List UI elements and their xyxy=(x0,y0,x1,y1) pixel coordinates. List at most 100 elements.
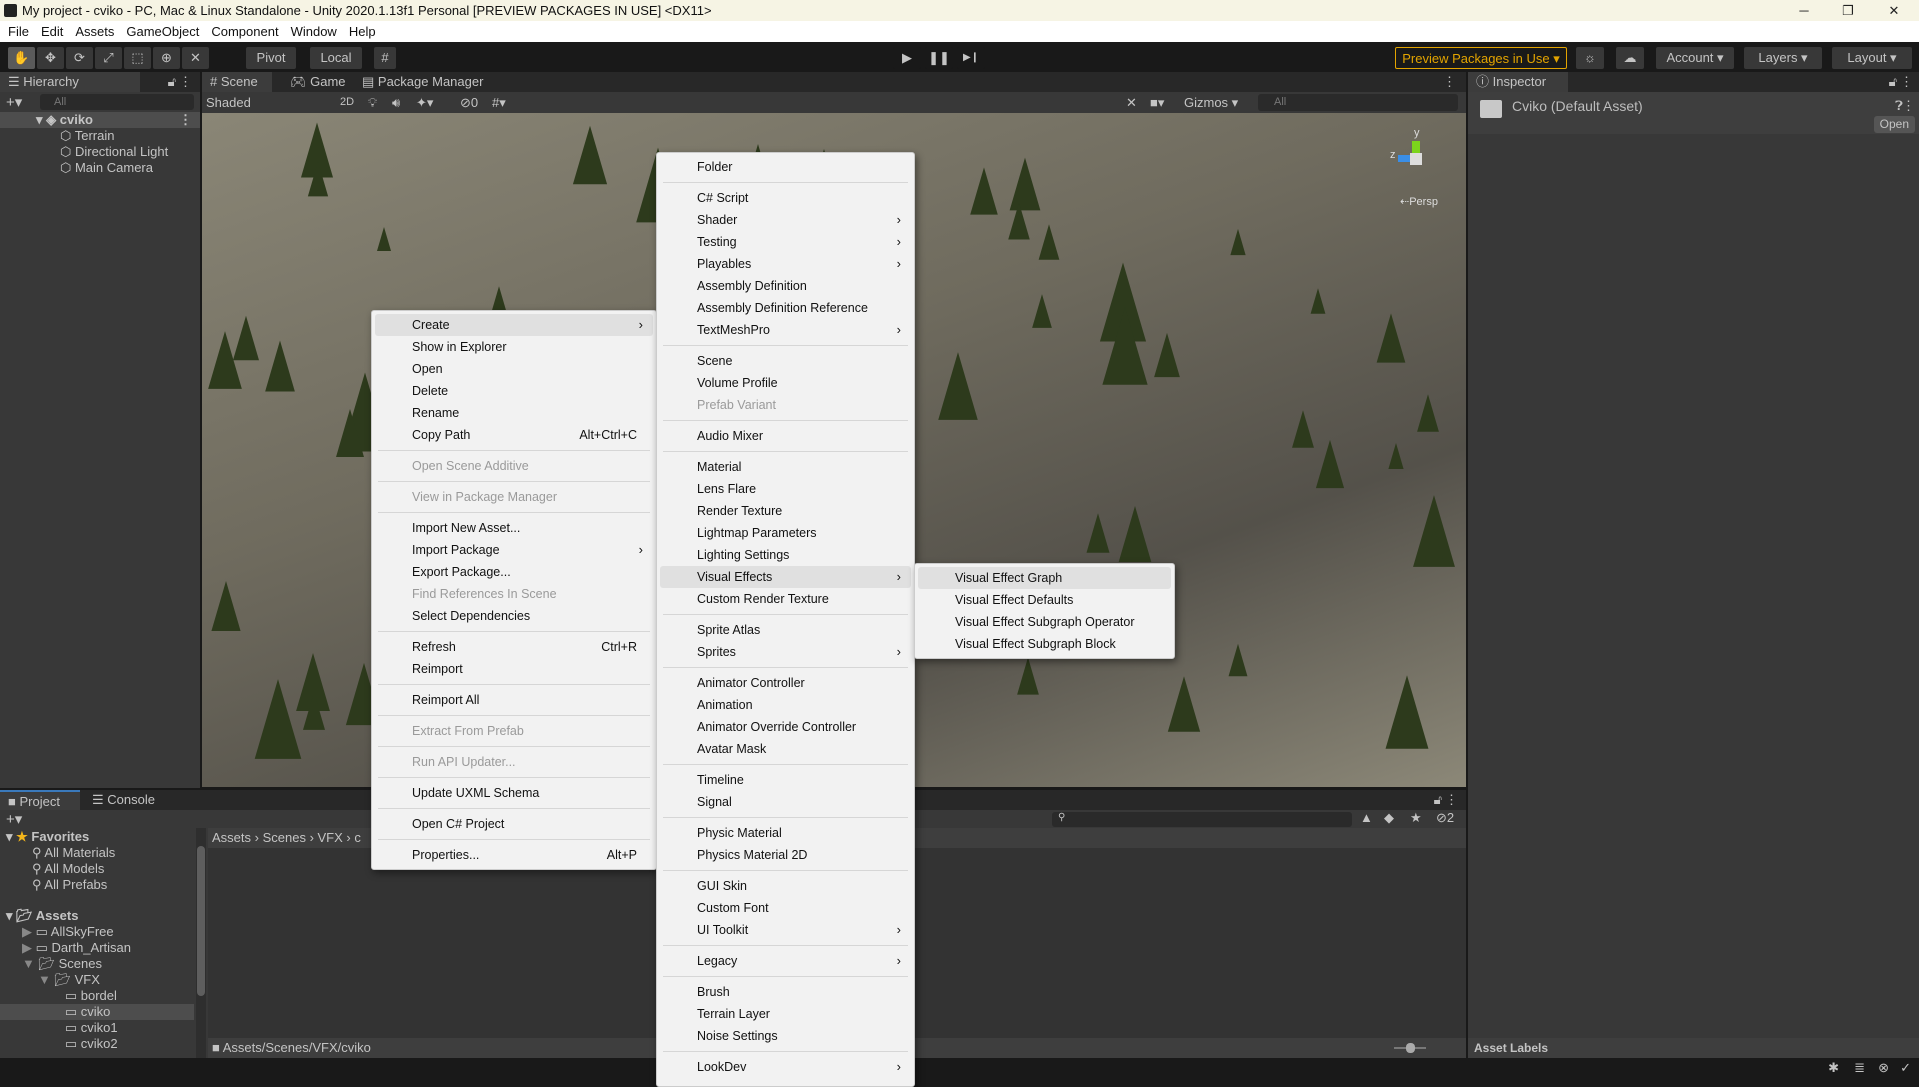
menu-item-show-in-explorer[interactable]: Show in Explorer xyxy=(375,336,653,358)
menu-item-visual-effects[interactable]: Visual Effects › xyxy=(660,566,911,588)
breadcrumb-item[interactable]: VFX xyxy=(318,830,343,845)
gizmos-dropdown[interactable]: Gizmos ▾ xyxy=(1184,92,1238,113)
menu-item-physic-material[interactable]: Physic Material xyxy=(660,822,911,844)
audio-toggle-icon[interactable]: 🔊︎ xyxy=(392,92,400,113)
filter-by-label-icon[interactable]: ◆ xyxy=(1384,810,1394,826)
slider-thumb[interactable] xyxy=(1406,1043,1415,1053)
menu-item-select-dependencies[interactable]: Select Dependencies xyxy=(375,605,653,627)
transform-tool-icon[interactable]: ⊕ xyxy=(153,47,180,69)
hierarchy-item[interactable]: ⬡ Main Camera xyxy=(60,160,200,176)
menu-item-audio-mixer[interactable]: Audio Mixer xyxy=(660,425,911,447)
menu-item-properties[interactable]: Properties... Alt+P xyxy=(375,844,653,866)
menu-assets[interactable]: Assets xyxy=(75,24,114,39)
open-button[interactable]: Open xyxy=(1873,116,1915,133)
more-menu-icon[interactable]: ⋮ xyxy=(1900,74,1913,90)
menu-item-export-package[interactable]: Export Package... xyxy=(375,561,653,583)
rect-tool-icon[interactable]: ⬚ xyxy=(124,47,151,69)
add-button[interactable]: +▾ xyxy=(6,810,22,828)
menu-item-textmeshpro[interactable]: TextMeshPro › xyxy=(660,319,911,341)
menu-item-refresh[interactable]: Refresh Ctrl+R xyxy=(375,636,653,658)
lock-icon[interactable]: 🔓︎ xyxy=(1434,792,1442,808)
effects-toggle-icon[interactable]: ✦▾ xyxy=(416,92,433,113)
assets-root[interactable]: ▾ 📂︎ Assets xyxy=(0,908,194,924)
play-button[interactable]: ▶ xyxy=(893,47,921,69)
menu-item-custom-font[interactable]: Custom Font xyxy=(660,897,911,919)
scrollbar-thumb[interactable] xyxy=(197,846,205,996)
scene-orientation-gizmo[interactable]: y z ⇠Persp xyxy=(1382,127,1452,213)
filter-by-type-icon[interactable]: ▲ xyxy=(1360,810,1373,825)
layers-dropdown[interactable]: Layers ▾ xyxy=(1744,47,1822,69)
menu-item-c-script[interactable]: C# Script xyxy=(660,187,911,209)
more-menu-icon[interactable]: ⋮ xyxy=(1443,74,1456,90)
scene-root-row[interactable]: ▾ ◈ cviko ⋮ xyxy=(0,112,200,128)
layout-dropdown[interactable]: Layout ▾ xyxy=(1832,47,1912,69)
persp-label[interactable]: ⇠Persp xyxy=(1400,195,1438,208)
breadcrumb-item[interactable]: Scenes xyxy=(263,830,306,845)
shading-mode-dropdown[interactable]: Shaded xyxy=(206,92,296,113)
hierarchy-item[interactable]: ⬡ Directional Light xyxy=(60,144,200,160)
menu-item-sprites[interactable]: Sprites › xyxy=(660,641,911,663)
rotate-tool-icon[interactable]: ⟳ xyxy=(66,47,93,69)
menu-help[interactable]: Help xyxy=(349,24,376,39)
menu-item-reimport-all[interactable]: Reimport All xyxy=(375,689,653,711)
asset-folder-item[interactable]: ▭ cviko xyxy=(0,1004,194,1020)
more-menu-icon[interactable]: ⋮ xyxy=(179,74,192,90)
menu-item-assembly-definition[interactable]: Assembly Definition xyxy=(660,275,911,297)
menu-item-terrain-layer[interactable]: Terrain Layer xyxy=(660,1003,911,1025)
cache-icon[interactable]: ≣ xyxy=(1854,1060,1865,1076)
menu-item-folder[interactable]: Folder xyxy=(660,156,911,178)
close-button[interactable]: ✕ xyxy=(1872,0,1916,21)
local-button[interactable]: Local xyxy=(310,47,362,69)
menu-gameobject[interactable]: GameObject xyxy=(126,24,199,39)
favorite-item[interactable]: ⚲ All Materials xyxy=(0,845,194,861)
favorite-item[interactable]: ⚲ All Prefabs xyxy=(0,877,194,893)
asset-folder-item[interactable]: ▭ cviko1 xyxy=(0,1020,194,1036)
menu-file[interactable]: File xyxy=(8,24,29,39)
expand-arrow-icon[interactable]: ▶ xyxy=(22,940,36,955)
expand-arrow-icon[interactable]: ▼ xyxy=(22,956,38,971)
asset-folder-item[interactable]: ▶ ▭ Darth_Artisan xyxy=(0,940,194,956)
step-button[interactable]: ▶❙ xyxy=(957,47,985,69)
more-menu-icon[interactable]: ⋮ xyxy=(179,112,192,128)
more-menu-icon[interactable]: ⋮ xyxy=(1445,792,1458,808)
menu-item-lighting-settings[interactable]: Lighting Settings xyxy=(660,544,911,566)
menu-item-render-texture[interactable]: Render Texture xyxy=(660,500,911,522)
lock-icon[interactable]: 🔓︎ xyxy=(1889,74,1897,90)
debug-icon[interactable]: ✱ xyxy=(1828,1060,1839,1076)
lock-icon[interactable]: 🔓︎ xyxy=(168,74,176,90)
menu-item-brush[interactable]: Brush xyxy=(660,981,911,1003)
menu-item-material[interactable]: Material xyxy=(660,456,911,478)
asset-folder-item[interactable]: ▭ cviko2 xyxy=(0,1036,194,1052)
breadcrumb-item[interactable]: Assets xyxy=(212,830,251,845)
menu-item-open[interactable]: Open xyxy=(375,358,653,380)
project-search-input[interactable]: ⚲ xyxy=(1052,812,1352,827)
menu-item-update-uxml-schema[interactable]: Update UXML Schema xyxy=(375,782,653,804)
expand-arrow-icon[interactable]: ▼ xyxy=(38,972,54,987)
grid-toggle-icon[interactable]: #▾ xyxy=(492,92,506,113)
preview-packages-button[interactable]: Preview Packages in Use ▾ xyxy=(1395,47,1567,69)
network-icon[interactable]: ⊗ xyxy=(1878,1060,1889,1076)
tab-hierarchy[interactable]: ☰ Hierarchy xyxy=(0,72,140,92)
menu-item-legacy[interactable]: Legacy › xyxy=(660,950,911,972)
tab-game[interactable]: 🎮︎ Game xyxy=(282,72,354,92)
menu-item-timeline[interactable]: Timeline xyxy=(660,769,911,791)
tab-project[interactable]: ■ Project xyxy=(0,790,80,810)
lighting-toggle-icon[interactable]: 💡︎ xyxy=(368,92,377,113)
menu-item-avatar-mask[interactable]: Avatar Mask xyxy=(660,738,911,760)
menu-item-signal[interactable]: Signal xyxy=(660,791,911,813)
tree-scrollbar[interactable] xyxy=(196,828,206,1058)
account-dropdown[interactable]: Account ▾ xyxy=(1656,47,1734,69)
icon-size-slider[interactable] xyxy=(1394,1043,1426,1053)
tab-scene[interactable]: # Scene xyxy=(202,72,272,92)
scene-search-input[interactable]: All xyxy=(1258,94,1458,111)
menu-item-reimport[interactable]: Reimport xyxy=(375,658,653,680)
menu-item-shader[interactable]: Shader › xyxy=(660,209,911,231)
menu-item-scene[interactable]: Scene xyxy=(660,350,911,372)
menu-item-visual-effect-defaults[interactable]: Visual Effect Defaults xyxy=(918,589,1171,611)
menu-window[interactable]: Window xyxy=(291,24,337,39)
menu-item-sprite-atlas[interactable]: Sprite Atlas xyxy=(660,619,911,641)
menu-item-rename[interactable]: Rename xyxy=(375,402,653,424)
scale-tool-icon[interactable]: ⤢ xyxy=(95,47,122,69)
menu-item-visual-effect-graph[interactable]: Visual Effect Graph xyxy=(918,567,1171,589)
hidden-objects-icon[interactable]: ⊘0 xyxy=(460,92,478,113)
